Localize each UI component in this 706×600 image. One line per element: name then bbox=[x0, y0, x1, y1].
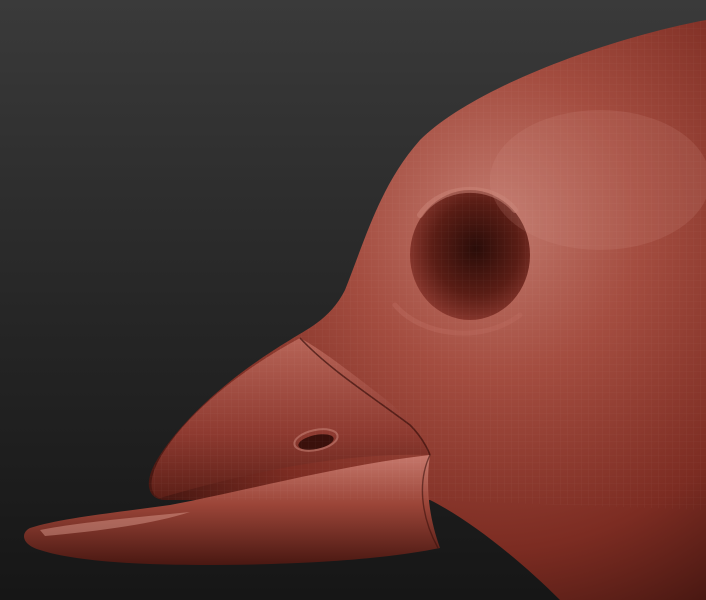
sculpt-viewport[interactable] bbox=[0, 0, 706, 600]
sculpt-canvas[interactable] bbox=[0, 0, 706, 600]
